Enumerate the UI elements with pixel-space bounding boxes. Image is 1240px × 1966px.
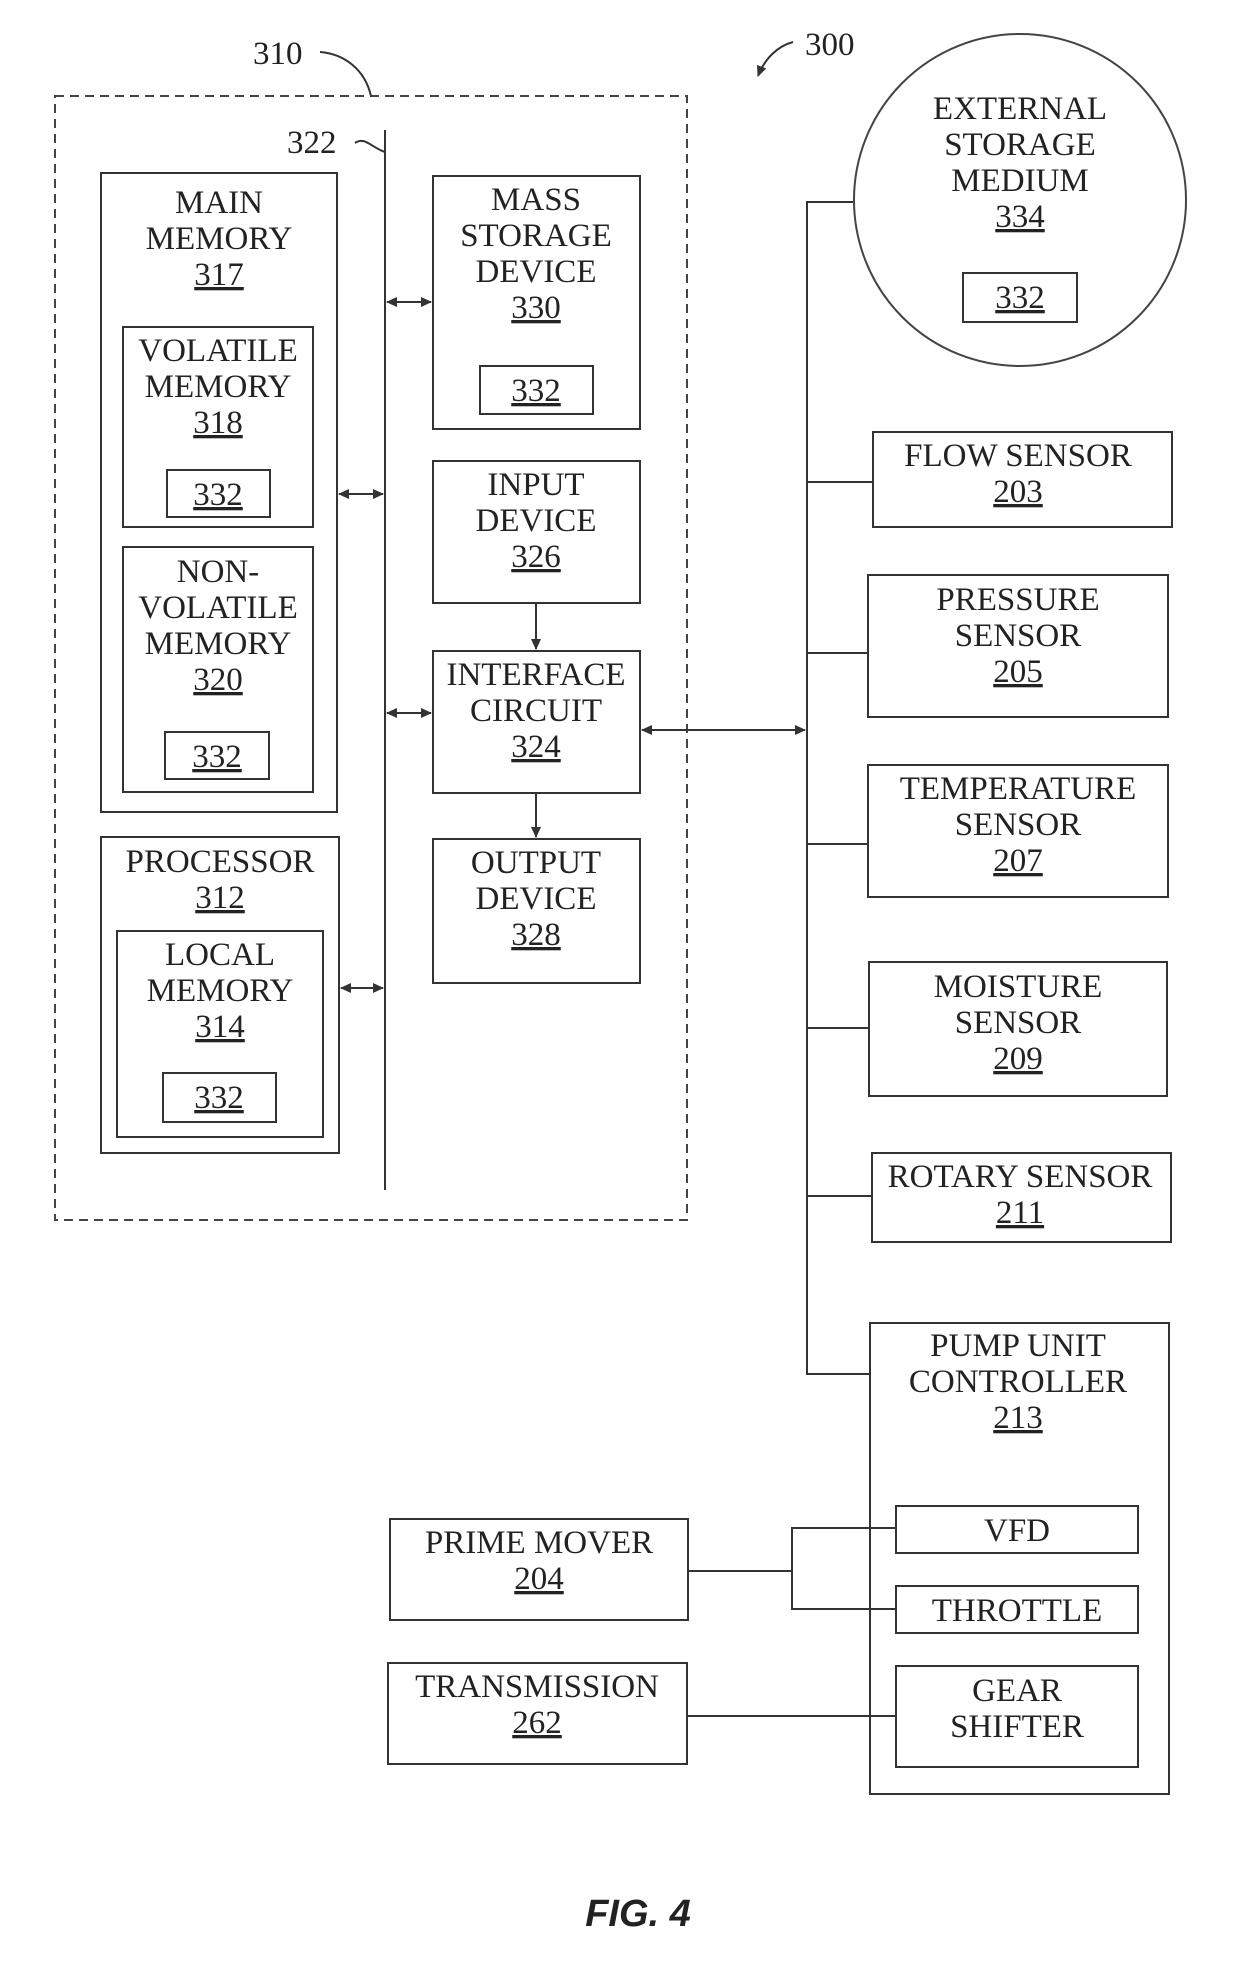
non-volatile-memory-block: NON-VOLATILEMEMORY320 332 [122,546,314,793]
block-label-line: STORAGE [944,127,1096,163]
block-label-line: PROCESSOR [126,844,315,880]
leader-310 [319,51,372,97]
block-label-line: DEVICE [476,503,597,539]
callout-300: 300 [805,27,855,63]
ref-332: 332 [194,1080,244,1116]
interface-circuit-block: INTERFACECIRCUIT324 [432,650,641,794]
block-label-line: VFD [984,1513,1050,1549]
ref-332: 332 [995,280,1045,316]
block-ref-number: 328 [511,917,561,953]
local-memory-block: LOCALMEMORY314 332 [116,930,324,1138]
block-label-line: FLOW SENSOR [904,438,1132,474]
block-label-line: MEMORY [145,369,292,405]
mass-storage-block: MASSSTORAGEDEVICE330 332 [432,175,641,430]
block-label-line: DEVICE [476,254,597,290]
block-ref-number: 207 [993,843,1043,879]
ref-332: 332 [511,373,561,409]
block-label-line: MEMORY [145,626,292,662]
block-label-line: MEMORY [146,221,293,257]
moisture-sensor-block: MOISTURESENSOR209 [868,961,1168,1097]
throttle-block: THROTTLE [895,1585,1139,1634]
block-label-line: GEAR [972,1673,1062,1709]
vfd-label: VFD [984,1513,1050,1549]
block-label-line: CIRCUIT [470,693,602,729]
block-label-line: SENSOR [955,1005,1082,1041]
prime-mover-block: PRIME MOVER204 [389,1518,689,1621]
callout-310: 310 [253,36,303,72]
block-ref-number: 205 [993,654,1043,690]
block-label-line: MOISTURE [934,969,1103,1005]
block-label-line: THROTTLE [932,1593,1102,1629]
block-ref-number: 211 [996,1195,1044,1231]
block-ref-number: 317 [194,257,244,293]
flow-sensor-block: FLOW SENSOR203 [872,431,1173,528]
gear-shifter-block: GEARSHIFTER [895,1665,1139,1768]
vfd-block: VFD [895,1505,1139,1554]
block-label-line: ROTARY SENSOR [888,1159,1153,1195]
block-label-line: STORAGE [460,218,612,254]
output-device-block: OUTPUTDEVICE328 [432,838,641,984]
block-label-line: PRIME MOVER [425,1525,653,1561]
block-label-line: SENSOR [955,807,1082,843]
throttle-label: THROTTLE [932,1593,1102,1629]
figure-caption: FIG. 4 [585,1893,691,1935]
block-label-line: EXTERNAL [933,91,1107,127]
block-label-line: DEVICE [476,881,597,917]
block-label-line: VOLATILE [138,333,297,369]
pressure-sensor-block: PRESSURESENSOR205 [867,574,1169,718]
block-ref-number: 326 [511,539,561,575]
block-label-line: SHIFTER [950,1709,1084,1745]
block-label-line: SENSOR [955,618,1082,654]
block-label-line: TRANSMISSION [415,1669,659,1705]
block-label-line: MEMORY [147,973,294,1009]
block-label-line: MEDIUM [951,163,1089,199]
block-label-line: PRESSURE [936,582,1099,618]
block-ref-number: 320 [193,662,243,698]
transmission-block: TRANSMISSION262 [387,1662,688,1765]
block-label-line: OUTPUT [471,845,601,881]
external-bus [806,201,870,1375]
rotary-sensor-block: ROTARY SENSOR211 [871,1152,1172,1243]
block-ref-number: 213 [993,1400,1043,1436]
block-ref-number: 314 [195,1009,245,1045]
external-storage-medium: EXTERNALSTORAGEMEDIUM334 332 [853,33,1187,367]
block-label-line: MASS [491,182,581,218]
ref-332: 332 [192,739,242,775]
block-ref-number: 209 [993,1041,1043,1077]
leader-322 [354,139,386,153]
callout-322: 322 [287,125,337,161]
block-ref-number: 312 [195,880,245,916]
block-label-line: TEMPERATURE [900,771,1137,807]
block-ref-number: 204 [514,1561,564,1597]
block-ref-number: 203 [993,474,1043,510]
block-ref-number: 334 [995,199,1045,235]
block-ref-number: 318 [193,405,243,441]
block-label-line: INPUT [487,467,584,503]
block-label-line: PUMP UNIT [930,1328,1106,1364]
block-diagram: 310 322 300 MAINMEMORY317 VOLATILEMEMORY… [54,27,1187,1935]
block-ref-number: 324 [511,729,561,765]
ref-332: 332 [193,477,243,513]
block-label-line: NON- [177,554,259,590]
block-label-line: MAIN [175,185,263,221]
temperature-sensor-block: TEMPERATURESENSOR207 [867,764,1169,898]
input-device-block: INPUTDEVICE326 [432,460,641,604]
block-label-line: CONTROLLER [909,1364,1127,1400]
volatile-memory-block: VOLATILEMEMORY318 332 [122,326,314,528]
block-label-line: INTERFACE [446,657,625,693]
block-ref-number: 330 [511,290,561,326]
leader-300-arrow [756,41,794,77]
block-ref-number: 262 [512,1705,562,1741]
block-label-line: LOCAL [165,937,275,973]
block-label-line: VOLATILE [138,590,297,626]
